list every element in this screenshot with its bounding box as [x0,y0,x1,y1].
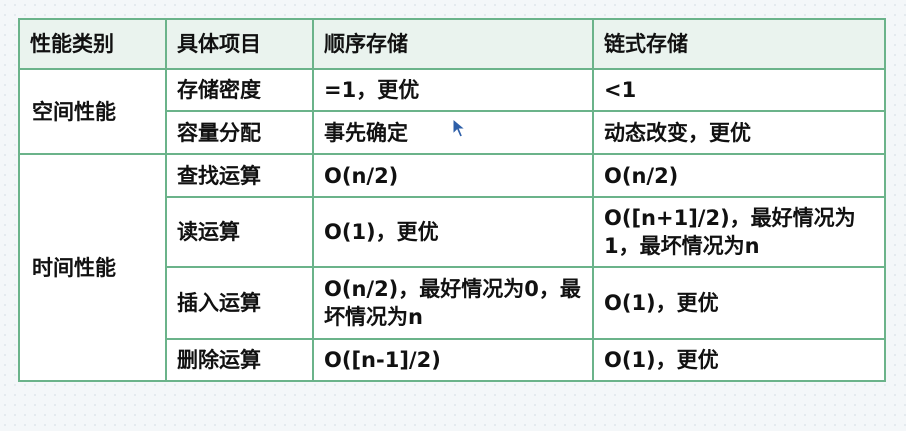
row-linked-value: <1 [592,68,886,112]
row-linked-value: O(1)，更优 [592,266,886,340]
row-sequential-value: O(n/2)，最好情况为0，最坏情况为n [312,266,594,340]
row-linked-value: O([n+1]/2)，最好情况为1，最坏情况为n [592,196,886,268]
row-linked-value: O(1)，更优 [592,338,886,382]
group-space-performance: 空间性能 [18,68,167,155]
row-sequential-value: O(n/2) [312,153,594,198]
table-row: 时间性能 查找运算 O(n/2) O(n/2) [18,153,886,382]
row-sequential-value: O([n-1]/2) [312,338,594,382]
header-item: 具体项目 [165,18,314,70]
row-linked-value: 动态改变，更优 [592,110,886,155]
row-item: 存储密度 [165,68,314,112]
header-category: 性能类别 [18,18,167,70]
comparison-table-container: 性能类别 具体项目 顺序存储 链式存储 空间性能 存储密度 =1，更优 <1 容… [18,18,886,382]
row-item: 删除运算 [165,338,314,382]
header-linked: 链式存储 [592,18,886,70]
row-item: 读运算 [165,196,314,268]
row-linked-value: O(n/2) [592,153,886,198]
row-item: 容量分配 [165,110,314,155]
row-item: 插入运算 [165,266,314,340]
row-sequential-value: O(1)，更优 [312,196,594,268]
header-sequential: 顺序存储 [312,18,594,70]
storage-comparison-table: 性能类别 具体项目 顺序存储 链式存储 空间性能 存储密度 =1，更优 <1 容… [18,18,886,382]
table-header-row: 性能类别 具体项目 顺序存储 链式存储 [18,18,886,70]
table-row: 空间性能 存储密度 =1，更优 <1 [18,68,886,155]
mouse-pointer-icon [452,118,467,138]
group-time-performance: 时间性能 [18,153,167,382]
row-sequential-value: =1，更优 [312,68,594,112]
row-item: 查找运算 [165,153,314,198]
